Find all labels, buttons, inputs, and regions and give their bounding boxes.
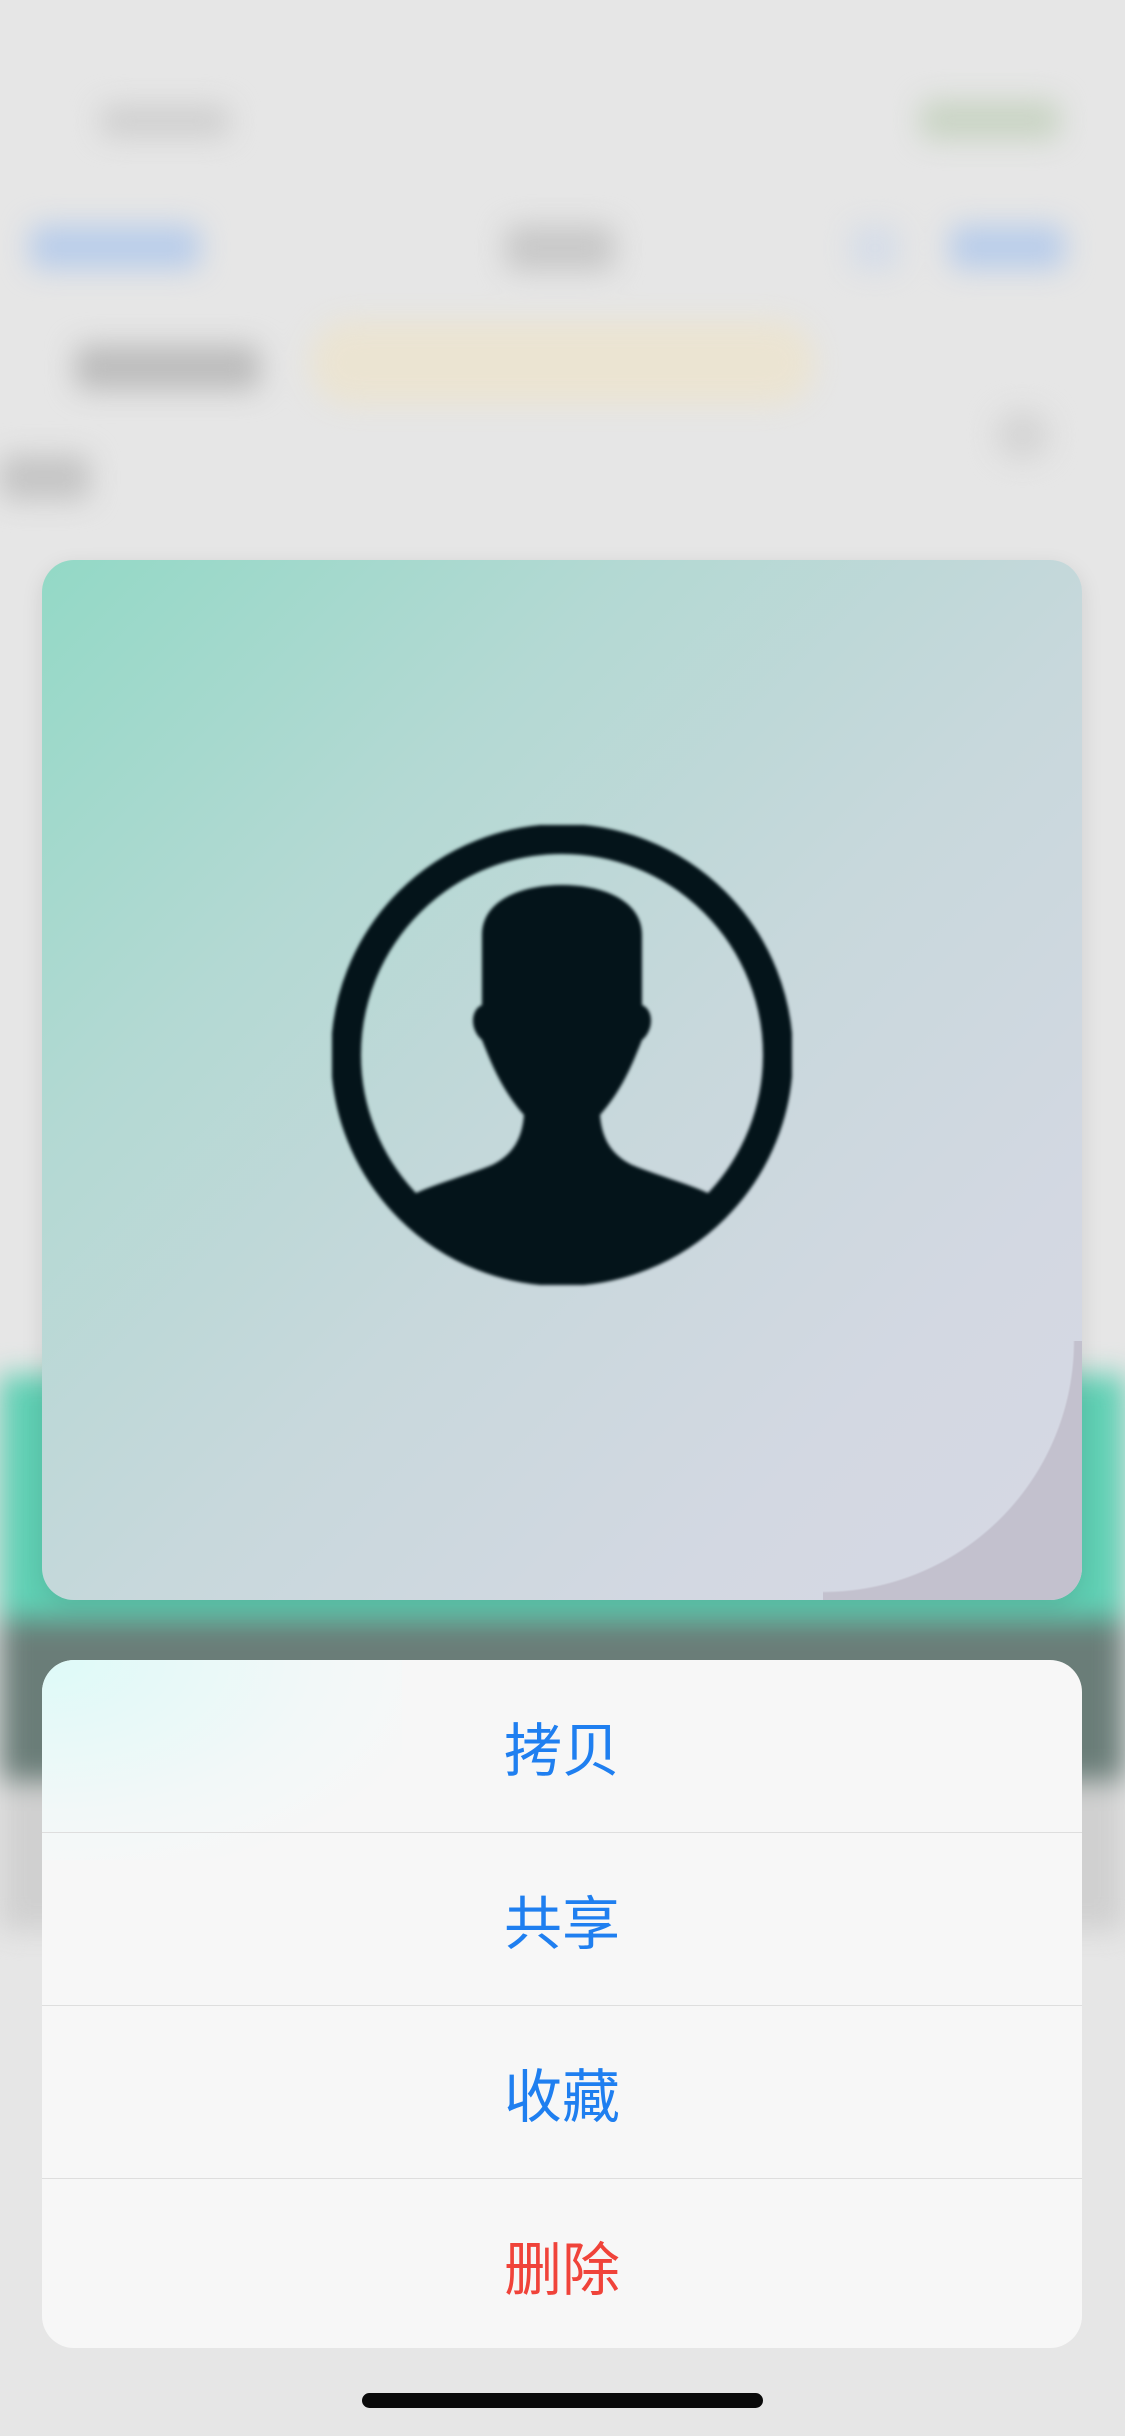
context-action-menu: 拷贝 共享 收藏 删除 bbox=[42, 1660, 1082, 2348]
filter-pill bbox=[310, 320, 815, 405]
file-preview-card[interactable] bbox=[42, 560, 1082, 1600]
delete-action-button[interactable]: 删除 bbox=[42, 2179, 1082, 2348]
background-text bbox=[0, 455, 90, 500]
favorite-action-label: 收藏 bbox=[503, 2063, 620, 2131]
status-bar-indicators bbox=[920, 100, 1060, 140]
nav-title bbox=[505, 225, 615, 271]
status-bar-time bbox=[100, 105, 230, 137]
nav-back-button bbox=[30, 225, 200, 269]
page-curl-corner bbox=[823, 1341, 1082, 1600]
share-action-button[interactable]: 共享 bbox=[42, 1833, 1082, 2006]
copy-action-label: 拷贝 bbox=[503, 1717, 620, 1785]
share-action-label: 共享 bbox=[503, 1890, 620, 1958]
copy-action-button[interactable]: 拷贝 bbox=[42, 1660, 1082, 1833]
side-indicator bbox=[995, 410, 1050, 460]
user-avatar-icon bbox=[332, 825, 792, 1285]
filter-label bbox=[75, 345, 260, 390]
delete-action-label: 删除 bbox=[503, 2236, 620, 2304]
favorite-action-button[interactable]: 收藏 bbox=[42, 2006, 1082, 2179]
nav-right-button bbox=[950, 225, 1065, 269]
home-indicator[interactable] bbox=[362, 2393, 763, 2408]
nav-search-icon bbox=[850, 225, 900, 271]
